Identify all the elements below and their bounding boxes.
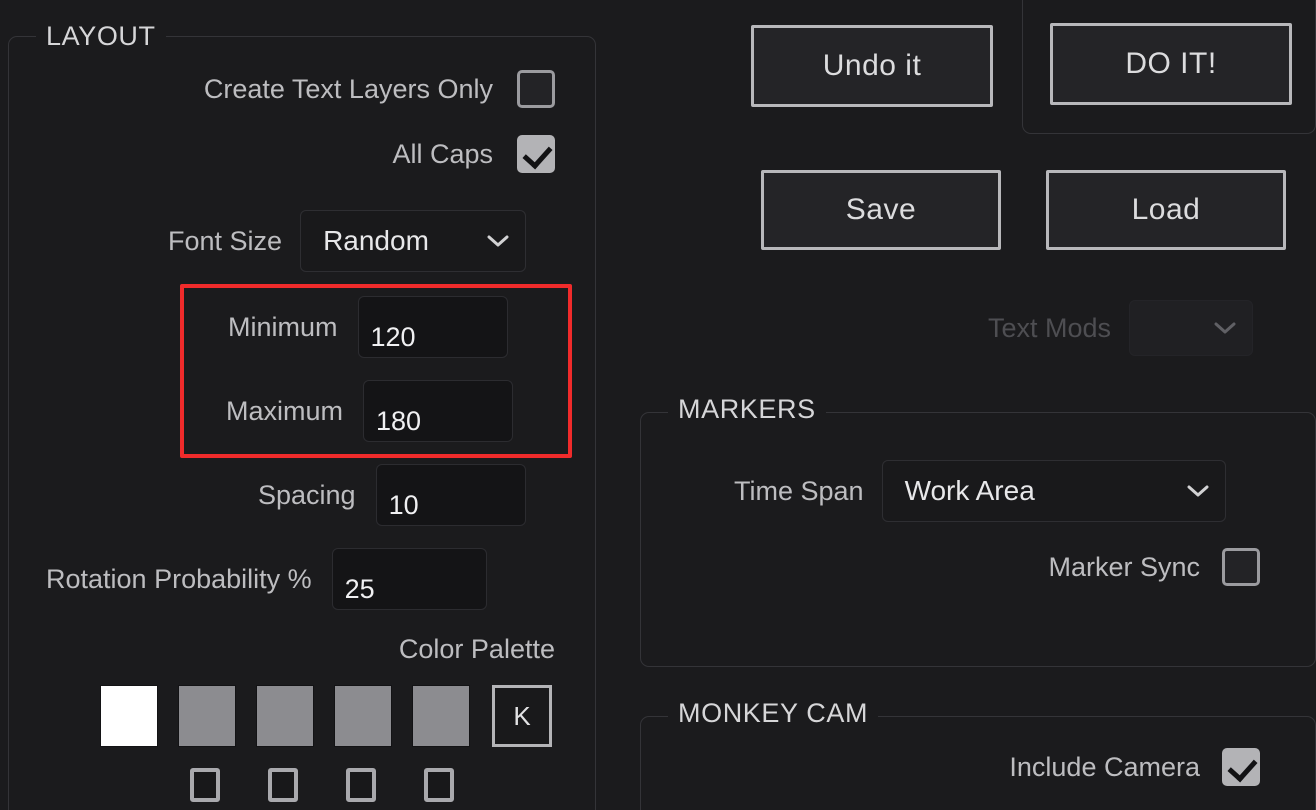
minimum-row: Minimum 120 [228,296,508,358]
markers-panel-title: MARKERS [668,396,826,423]
text-mods-row: Text Mods [988,300,1254,356]
marker-sync-checkbox[interactable] [1222,548,1260,586]
maximum-value: 180 [376,406,422,436]
load-button[interactable]: Load [1046,170,1286,250]
load-label: Load [1131,193,1201,226]
color-palette-row: Color Palette [200,634,555,665]
font-size-value: Random [323,225,429,256]
include-camera-row: Include Camera [820,748,1260,786]
spacing-row: Spacing 10 [258,464,526,526]
all-caps-checkbox[interactable] [517,135,555,173]
color-palette-label: Color Palette [398,634,555,664]
rotation-probability-value: 25 [344,574,375,604]
undo-it-label: Undo it [822,49,922,82]
palette-k-label: K [513,700,531,731]
color-swatch[interactable] [100,685,158,747]
time-span-row: Time Span Work Area [734,460,1226,522]
rotation-probability-row: Rotation Probability % 25 [46,548,487,610]
text-mods-dropdown[interactable] [1129,300,1254,356]
layout-panel-title: LAYOUT [36,23,166,50]
spacing-input[interactable]: 10 [375,464,526,526]
time-span-value: Work Area [904,475,1035,506]
markers-panel [640,412,1316,667]
rotation-probability-input[interactable]: 25 [331,548,487,610]
chevron-down-icon [1187,485,1209,498]
spacing-label: Spacing [258,479,356,510]
time-span-dropdown[interactable]: Work Area [881,460,1226,522]
create-text-layers-only-label: Create Text Layers Only [203,73,493,104]
marker-sync-row: Marker Sync [860,548,1260,586]
include-camera-label: Include Camera [1009,751,1200,782]
color-swatch[interactable] [412,685,470,747]
monkey-cam-panel-title: MONKEY CAM [668,700,879,727]
save-label: Save [845,193,917,226]
color-swatch[interactable] [256,685,314,747]
minimum-label: Minimum [228,311,338,342]
minimum-value: 120 [370,322,416,352]
spacing-value: 10 [388,490,419,520]
marker-sync-label: Marker Sync [1048,551,1200,582]
do-it-button[interactable]: DO IT! [1050,23,1292,105]
minimum-input[interactable]: 120 [357,296,508,358]
chevron-down-icon [1214,322,1236,335]
font-size-dropdown[interactable]: Random [300,210,527,272]
create-text-layers-only-checkbox[interactable] [517,70,555,108]
create-text-layers-only-row: Create Text Layers Only [140,70,555,108]
font-size-label: Font Size [168,225,283,256]
do-it-label: DO IT! [1125,47,1217,80]
maximum-label: Maximum [226,395,344,426]
undo-it-button[interactable]: Undo it [751,25,993,107]
palette-k-button[interactable]: K [492,685,552,747]
maximum-row: Maximum 180 [226,380,514,442]
color-swatch-checkbox[interactable] [424,768,454,802]
all-caps-label: All Caps [392,138,493,169]
time-span-label: Time Span [734,475,864,506]
font-size-row: Font Size Random [168,210,527,272]
include-camera-checkbox[interactable] [1222,748,1260,786]
color-swatch-checkbox[interactable] [190,768,220,802]
all-caps-row: All Caps [140,135,555,173]
rotation-probability-label: Rotation Probability % [46,563,312,594]
color-swatch-checkbox[interactable] [346,768,376,802]
chevron-down-icon [487,235,509,248]
maximum-input[interactable]: 180 [363,380,514,442]
color-swatch[interactable] [178,685,236,747]
color-swatch[interactable] [334,685,392,747]
color-swatch-checkbox[interactable] [268,768,298,802]
save-button[interactable]: Save [761,170,1001,250]
text-mods-label: Text Mods [988,312,1112,343]
